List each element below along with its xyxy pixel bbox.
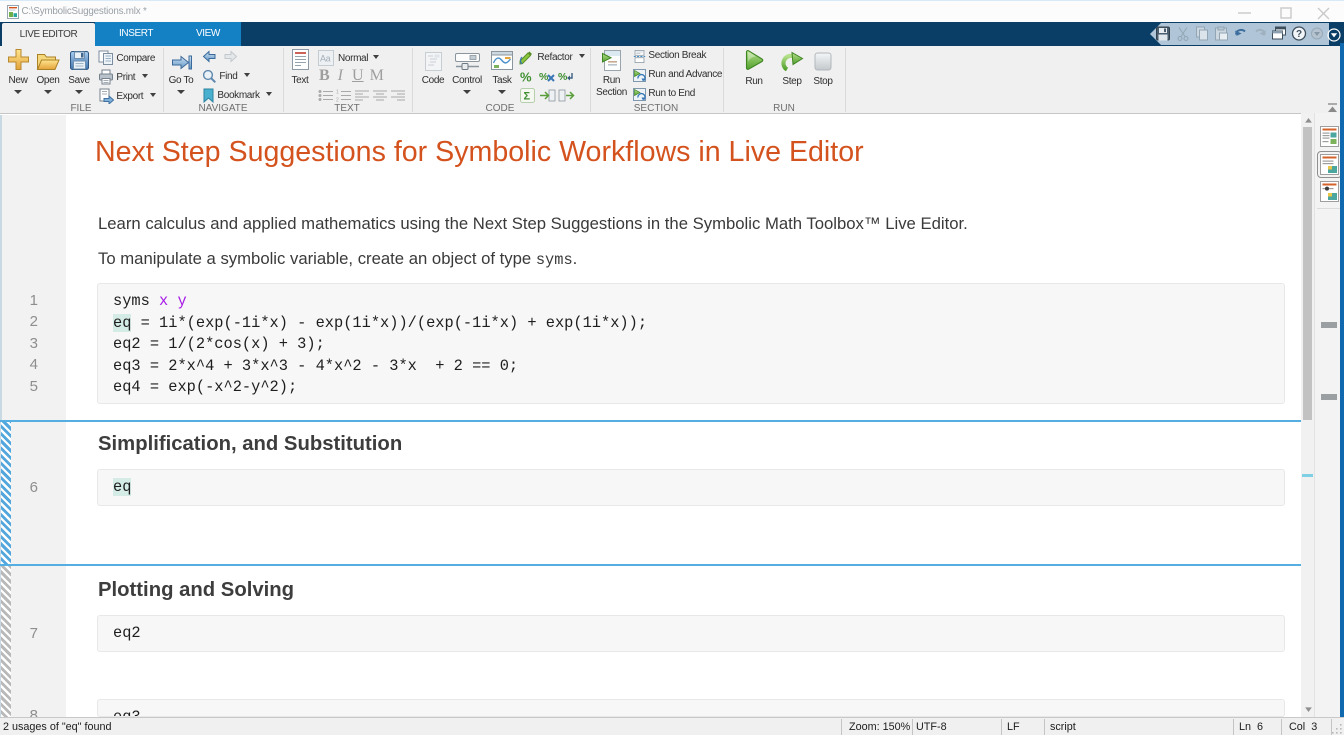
svg-text:%: % bbox=[558, 71, 568, 83]
svg-text:2: 2 bbox=[336, 98, 339, 103]
svg-text:1: 1 bbox=[336, 90, 339, 96]
svg-text:?: ? bbox=[1296, 29, 1302, 40]
svg-text:Σ: Σ bbox=[524, 91, 531, 103]
svg-text:Aa: Aa bbox=[320, 54, 331, 64]
svg-text:%: % bbox=[520, 70, 532, 85]
svg-text:%: % bbox=[539, 71, 549, 83]
